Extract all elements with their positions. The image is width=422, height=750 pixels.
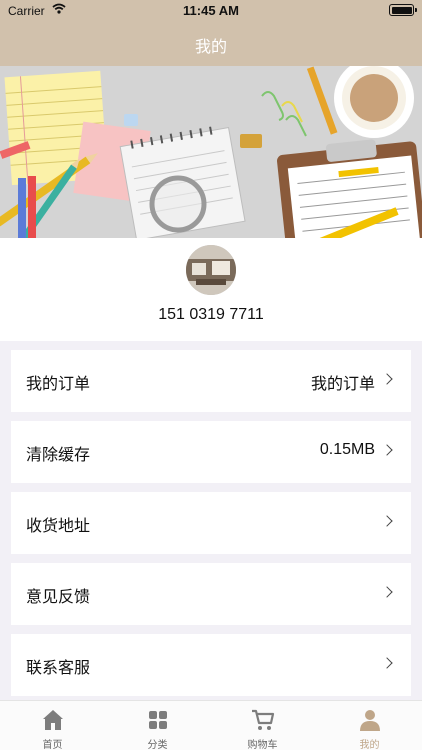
chevron-right-icon xyxy=(381,515,393,527)
chevron-right-icon xyxy=(381,373,393,385)
menu-item-address[interactable]: 收货地址 xyxy=(11,492,411,554)
tab-home[interactable]: 首页 xyxy=(0,701,105,750)
status-bar: Carrier 11:45 AM xyxy=(0,0,422,22)
tab-category[interactable]: 分类 xyxy=(105,701,210,750)
menu-item-label: 意见反馈 xyxy=(26,587,91,606)
tab-label: 分类 xyxy=(147,740,168,750)
grid-icon xyxy=(149,711,167,729)
tab-cart[interactable]: 购物车 xyxy=(210,701,315,750)
menu-item-customer-service[interactable]: 联系客服 xyxy=(11,634,411,696)
page-title: 我的 xyxy=(194,37,227,56)
phone-number: 151 0319 7711 xyxy=(158,306,264,323)
chevron-right-icon xyxy=(381,657,393,669)
tab-label: 我的 xyxy=(359,740,380,750)
chevron-right-icon xyxy=(381,586,393,598)
chevron-right-icon xyxy=(381,444,393,456)
tab-label: 首页 xyxy=(42,740,63,750)
nav-header: Carrier 11:45 AM 我的 xyxy=(0,0,422,66)
person-icon xyxy=(360,710,380,731)
cart-icon xyxy=(252,709,275,730)
avatar-image xyxy=(186,245,236,295)
menu-item-value: 我的订单 xyxy=(310,376,375,393)
home-icon xyxy=(43,710,63,730)
menu-item-orders[interactable]: 我的订单 我的订单 xyxy=(11,350,411,412)
status-time: 11:45 AM xyxy=(183,3,239,18)
battery-icon xyxy=(389,4,417,16)
tab-bar: 首页 分类 购物车 我的 xyxy=(0,700,422,750)
menu-item-label: 清除缓存 xyxy=(26,445,91,464)
tab-label: 购物车 xyxy=(247,740,278,750)
menu-item-label: 联系客服 xyxy=(26,658,91,677)
avatar[interactable] xyxy=(186,245,236,295)
menu-item-label: 我的订单 xyxy=(26,374,91,393)
stationery-illustration xyxy=(0,66,422,238)
tab-mine[interactable]: 我的 xyxy=(317,701,422,750)
menu-item-clear-cache[interactable]: 清除缓存 0.15MB xyxy=(11,421,411,483)
menu-item-value: 0.15MB xyxy=(319,441,375,458)
profile-card: 151 0319 7711 xyxy=(0,238,422,341)
banner-image xyxy=(0,66,422,238)
menu-item-label: 收货地址 xyxy=(26,516,91,535)
menu-item-feedback[interactable]: 意见反馈 xyxy=(11,563,411,625)
